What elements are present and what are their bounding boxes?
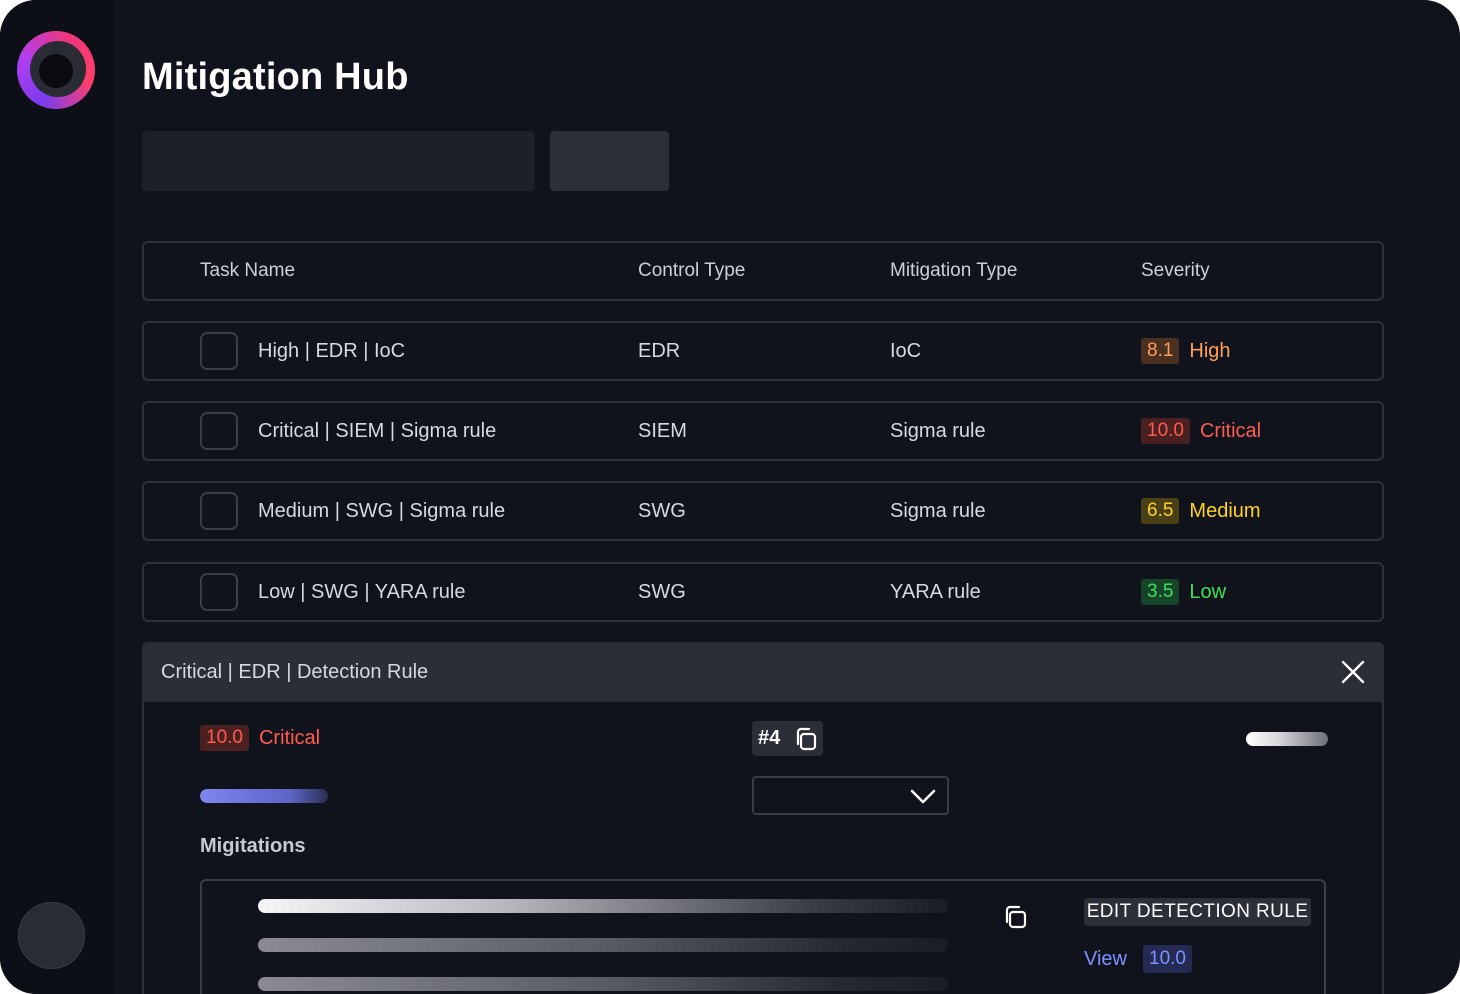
- table-header: Task Name Control Type Mitigation Type S…: [142, 241, 1384, 301]
- sidebar: [0, 0, 114, 994]
- detail-severity: 10.0 Critical: [200, 725, 320, 751]
- control-type: SIEM: [638, 420, 687, 442]
- mitigation-card: EDIT DETECTION RULE View 10.0: [200, 879, 1326, 994]
- control-type: EDR: [638, 340, 681, 362]
- close-icon[interactable]: [1340, 659, 1366, 685]
- app-logo-icon[interactable]: [17, 31, 95, 109]
- progress-bar-fill: [200, 789, 328, 803]
- control-type: SWG: [638, 500, 686, 522]
- view-link[interactable]: View: [1084, 945, 1127, 973]
- severity-score-badge: 10.0: [1141, 418, 1190, 444]
- chevron-down-icon: [910, 789, 936, 804]
- column-header-control-type[interactable]: Control Type: [638, 243, 745, 299]
- severity: 6.5 Medium: [1141, 483, 1261, 539]
- severity: 8.1 High: [1141, 323, 1231, 379]
- severity-score-badge: 8.1: [1141, 338, 1180, 364]
- mitigation-type: YARA rule: [890, 581, 981, 603]
- detail-panel-title: Critical | EDR | Detection Rule: [161, 661, 429, 683]
- app-window: Mitigation Hub Task Name Control Type Mi…: [0, 0, 1460, 994]
- copy-icon[interactable]: [1002, 903, 1030, 931]
- view-score-badge: 10.0: [1143, 945, 1192, 973]
- severity-score-badge: 3.5: [1141, 579, 1180, 605]
- mitigations-section-label: Migitations: [200, 835, 306, 857]
- progress-bar: [200, 789, 328, 803]
- mitigation-text-placeholder: [258, 938, 948, 952]
- table-row[interactable]: Medium | SWG | Sigma rule SWG Sigma rule…: [142, 481, 1384, 541]
- row-checkbox[interactable]: [200, 332, 238, 370]
- detail-panel-header: Critical | EDR | Detection Rule: [142, 642, 1384, 702]
- user-avatar[interactable]: [18, 902, 85, 969]
- task-name: High | EDR | IoC: [258, 340, 406, 362]
- column-header-mitigation-type[interactable]: Mitigation Type: [890, 243, 1017, 299]
- row-checkbox[interactable]: [200, 492, 238, 530]
- row-checkbox[interactable]: [200, 412, 238, 450]
- detail-id-chip[interactable]: #4: [752, 721, 823, 756]
- edit-detection-rule-button[interactable]: EDIT DETECTION RULE: [1084, 898, 1311, 926]
- status-indicator: [1246, 732, 1328, 746]
- task-name: Low | SWG | YARA rule: [258, 581, 466, 603]
- copy-icon[interactable]: [793, 726, 819, 752]
- control-type: SWG: [638, 581, 686, 603]
- table-row[interactable]: Low | SWG | YARA rule SWG YARA rule 3.5 …: [142, 562, 1384, 622]
- mitigation-text-placeholder: [258, 977, 948, 991]
- severity: 3.5 Low: [1141, 564, 1226, 620]
- task-name: Medium | SWG | Sigma rule: [258, 500, 506, 522]
- severity-label: Medium: [1189, 499, 1261, 522]
- table-row[interactable]: High | EDR | IoC EDR IoC 8.1 High: [142, 321, 1384, 381]
- mitigation-type: Sigma rule: [890, 500, 986, 522]
- table-row[interactable]: Critical | SIEM | Sigma rule SIEM Sigma …: [142, 401, 1384, 461]
- detail-id: #4: [758, 727, 781, 749]
- row-checkbox[interactable]: [200, 573, 238, 611]
- detail-severity-label: Critical: [258, 726, 321, 749]
- task-name: Critical | SIEM | Sigma rule: [258, 420, 497, 442]
- mitigation-type: Sigma rule: [890, 420, 986, 442]
- column-header-severity[interactable]: Severity: [1141, 243, 1210, 299]
- status-dropdown[interactable]: [752, 776, 949, 815]
- severity: 10.0 Critical: [1141, 403, 1261, 459]
- page-title: Mitigation Hub: [142, 56, 409, 98]
- severity-label: Critical: [1199, 419, 1262, 442]
- search-button[interactable]: [550, 131, 669, 191]
- detail-severity-score-badge: 10.0: [200, 725, 249, 751]
- mitigation-text-placeholder: [258, 899, 948, 913]
- mitigation-type: IoC: [890, 340, 922, 362]
- search-input[interactable]: [142, 131, 535, 191]
- severity-label: High: [1189, 339, 1231, 362]
- severity-label: Low: [1189, 580, 1227, 603]
- column-header-task-name[interactable]: Task Name: [200, 243, 295, 299]
- severity-score-badge: 6.5: [1141, 498, 1180, 524]
